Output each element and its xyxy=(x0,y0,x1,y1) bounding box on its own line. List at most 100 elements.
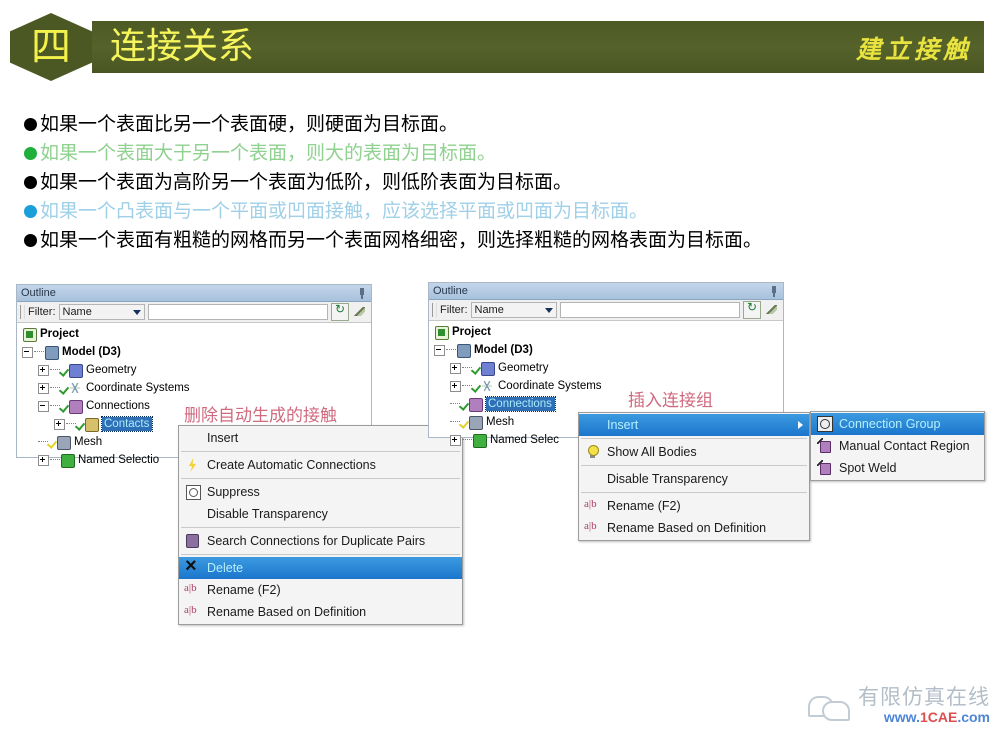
tree-item-label: Model (D3) xyxy=(62,346,121,358)
model-icon xyxy=(456,343,471,358)
coordinate-systems-icon xyxy=(480,379,495,393)
expand-toggle[interactable] xyxy=(450,362,461,374)
mesh-icon xyxy=(468,415,483,430)
filter-select-value: Name xyxy=(474,304,504,316)
submenu-item-connection-group[interactable]: Connection Group xyxy=(811,413,984,435)
menu-item-search-connections-duplicate-pairs[interactable]: Search Connections for Duplicate Pairs xyxy=(179,530,462,552)
tree-item-connections[interactable]: Connections xyxy=(432,395,783,413)
refresh-icon[interactable] xyxy=(743,300,761,319)
expand-toggle[interactable] xyxy=(38,364,49,376)
wechat-logo-icon xyxy=(808,693,852,721)
menu-item-disable-transparency[interactable]: Disable Transparency xyxy=(179,503,462,525)
menu-item-rename[interactable]: Rename (F2) xyxy=(579,495,809,517)
menu-item-label: Disable Transparency xyxy=(207,507,328,521)
menu-separator xyxy=(581,465,807,466)
filter-select[interactable]: Name xyxy=(58,304,145,320)
tree-item-model[interactable]: Model (D3) xyxy=(20,343,371,361)
annotation-delete-auto-contacts: 删除自动生成的接触 xyxy=(184,406,337,426)
blank-icon xyxy=(183,506,203,522)
menu-item-show-all-bodies[interactable]: Show All Bodies xyxy=(579,441,809,463)
tree-item-label: Model (D3) xyxy=(474,344,533,356)
footer-url-main: 1CAE xyxy=(919,709,958,725)
tree-item-coordinate-systems[interactable]: Coordinate Systems xyxy=(20,379,371,397)
pin-icon[interactable] xyxy=(357,287,367,299)
blank-icon xyxy=(583,417,603,433)
bullet-text: 如果一个表面比另一个表面硬，则硬面为目标面。 xyxy=(40,113,459,135)
tree-item-label: Named Selectio xyxy=(78,454,160,466)
menu-item-rename-based-on-definition[interactable]: Rename Based on Definition xyxy=(179,601,462,623)
tree-connector xyxy=(462,439,472,441)
collapse-toggle[interactable] xyxy=(38,400,49,412)
chevron-down-icon xyxy=(544,307,553,313)
toolbar-grip[interactable] xyxy=(20,305,25,319)
menu-item-disable-transparency[interactable]: Disable Transparency xyxy=(579,468,809,490)
tree-item-project[interactable]: Project xyxy=(432,323,783,341)
mesh-icon xyxy=(56,435,71,450)
tree-item-geometry[interactable]: Geometry xyxy=(432,359,783,377)
tree-connector xyxy=(66,423,76,425)
tree-item-label: Geometry xyxy=(498,362,549,374)
menu-item-insert[interactable]: Insert xyxy=(579,414,809,436)
bullet-text: 如果一个表面大于另一个表面，则大的表面为目标面。 xyxy=(40,142,497,164)
toolbar-grip[interactable] xyxy=(432,303,437,317)
expand-toggle[interactable] xyxy=(38,382,49,394)
tree-connector xyxy=(50,369,60,371)
contacts-icon xyxy=(84,417,99,432)
connections-icon xyxy=(468,397,483,412)
tree-connector xyxy=(50,459,60,461)
expand-toggle[interactable] xyxy=(38,454,49,466)
menu-item-label: Create Automatic Connections xyxy=(207,458,376,472)
expand-toggle[interactable] xyxy=(450,434,461,446)
tree-connector xyxy=(38,441,48,443)
submenu-item-spot-weld[interactable]: Spot Weld xyxy=(811,457,984,479)
filter-input[interactable] xyxy=(147,304,328,320)
menu-item-rename[interactable]: Rename (F2) xyxy=(179,579,462,601)
expand-toggle[interactable] xyxy=(450,380,461,392)
menu-separator xyxy=(181,527,460,528)
right-context-menu: Insert Show All Bodies Disable Transpare… xyxy=(578,412,810,541)
filter-select[interactable]: Name xyxy=(470,302,557,318)
tree-item-label: Mesh xyxy=(486,416,515,428)
tree-item-project[interactable]: Project xyxy=(20,325,371,343)
menu-item-suppress[interactable]: Suppress xyxy=(179,481,462,503)
panel-title: Outline xyxy=(21,287,56,299)
collapse-toggle[interactable] xyxy=(434,344,445,356)
coordinate-systems-icon xyxy=(68,381,83,395)
brush-icon[interactable] xyxy=(764,302,780,318)
tree-item-coordinate-systems[interactable]: Coordinate Systems xyxy=(432,377,783,395)
chevron-down-icon xyxy=(132,309,141,315)
geometry-icon xyxy=(480,361,495,376)
menu-item-label: Disable Transparency xyxy=(607,472,728,486)
check-icon xyxy=(60,365,70,376)
tree-item-geometry[interactable]: Geometry xyxy=(20,361,371,379)
submenu-item-label: Connection Group xyxy=(839,417,941,431)
bolt-icon xyxy=(183,457,203,473)
menu-item-insert[interactable]: Insert xyxy=(179,427,462,449)
brush-icon[interactable] xyxy=(352,304,368,320)
spot-weld-icon xyxy=(815,460,835,476)
menu-separator xyxy=(181,554,460,555)
filter-bar: Filter: Name xyxy=(17,302,371,323)
pin-icon[interactable] xyxy=(769,285,779,297)
menu-item-create-automatic-connections[interactable]: Create Automatic Connections xyxy=(179,454,462,476)
geometry-icon xyxy=(68,363,83,378)
menu-item-delete[interactable]: Delete xyxy=(179,555,462,579)
bullet-item-4: 如果一个凸表面与一个平面或凹面接触，应该选择平面或凹面为目标面。 xyxy=(24,197,984,226)
bullet-dot-icon xyxy=(24,118,37,131)
menu-item-rename-based-on-definition[interactable]: Rename Based on Definition xyxy=(579,517,809,539)
submenu-item-manual-contact-region[interactable]: Manual Contact Region xyxy=(811,435,984,457)
bullet-item-3: 如果一个表面为高阶另一个表面为低阶，则低阶表面为目标面。 xyxy=(24,168,984,197)
manual-contact-region-icon xyxy=(815,438,835,454)
tree-item-model[interactable]: Model (D3) xyxy=(432,341,783,359)
refresh-icon[interactable] xyxy=(331,302,349,321)
footer-text: 有限仿真在线 www.1CAE.com xyxy=(858,687,990,725)
filter-input[interactable] xyxy=(559,302,740,318)
collapse-toggle[interactable] xyxy=(22,346,33,358)
rename-icon xyxy=(183,582,203,598)
expand-toggle[interactable] xyxy=(54,418,65,430)
tree-connector xyxy=(462,385,472,387)
insert-submenu: Connection Group Manual Contact Region S… xyxy=(810,411,985,481)
check-icon xyxy=(460,399,470,410)
tree-item-label: Coordinate Systems xyxy=(498,380,602,392)
panel-titlebar: Outline xyxy=(17,285,371,302)
